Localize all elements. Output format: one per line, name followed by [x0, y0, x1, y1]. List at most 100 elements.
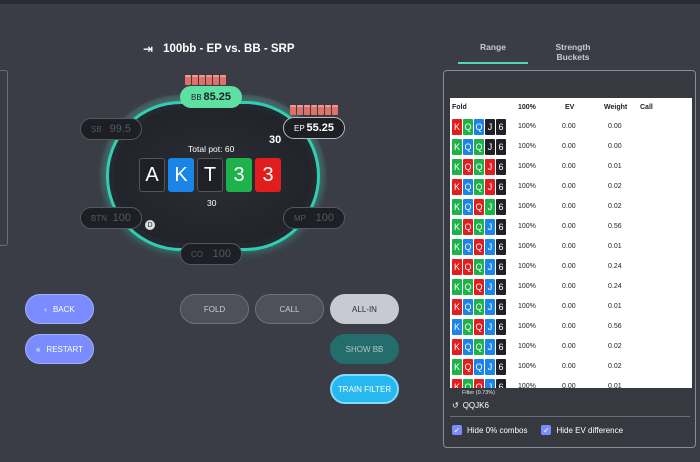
back-button[interactable]: ‹ BACK	[25, 294, 94, 324]
table-row[interactable]: K Q Q J 6 100% 0.00 0.02	[450, 338, 692, 356]
combo-card: 6	[496, 359, 506, 375]
cell-ev: 0.00	[562, 283, 576, 290]
combo-card: 6	[496, 379, 506, 388]
hide-ev-checkbox[interactable]: ✓ Hide EV difference	[541, 425, 623, 435]
combo-label: QQJK6	[462, 401, 489, 410]
cell-pct: 100%	[518, 203, 536, 210]
cell-ev: 0.00	[562, 383, 576, 388]
options-row: ✓ Hide 0% combos ✓ Hide EV difference	[452, 425, 623, 435]
tab-active-indicator	[458, 62, 528, 64]
cell-ev: 0.00	[562, 363, 576, 370]
expand-arrow-icon[interactable]: ⇥	[143, 42, 153, 56]
table-row[interactable]: K Q Q J 6 100% 0.00 0.56	[450, 318, 692, 336]
combo-cards: KQQJ6	[452, 299, 506, 315]
cell-ev: 0.00	[562, 323, 576, 330]
cell-pct: 100%	[518, 163, 536, 170]
table-row[interactable]: K Q Q J 6 100% 0.00 0.02	[450, 198, 692, 216]
seat-btn: BTN 100	[80, 207, 142, 229]
combo-card: Q	[463, 119, 473, 135]
seat-ep-stack: 55.25	[306, 122, 334, 134]
combo-cards: KQQJ6	[452, 319, 506, 335]
table-row[interactable]: K Q Q J 6 100% 0.00 0.02	[450, 178, 692, 196]
show-bb-button[interactable]: SHOW BB	[330, 334, 399, 364]
range-table[interactable]: Fold 100% EV Weight Call K Q Q J 6 100% 0.00 0.…	[450, 98, 692, 388]
seat-co: CO 100	[180, 243, 242, 265]
combo-card: J	[485, 239, 495, 255]
table-row[interactable]: K Q Q J 6 100% 0.00 0.24	[450, 278, 692, 296]
combo-card: Q	[463, 359, 473, 375]
hide-zero-checkbox[interactable]: ✓ Hide 0% combos	[452, 425, 527, 435]
table-row[interactable]: K Q Q J 6 100% 0.00 0.24	[450, 258, 692, 276]
seat-bb: BB 85.25	[180, 86, 242, 108]
fold-button[interactable]: FOLD	[180, 294, 249, 324]
cell-weight: 0.01	[608, 303, 622, 310]
combo-card: J	[485, 359, 495, 375]
combo-card: Q	[463, 379, 473, 388]
combo-card: K	[452, 379, 462, 388]
combo-card: J	[485, 119, 495, 135]
cell-ev: 0.00	[562, 223, 576, 230]
combo-card: J	[485, 139, 495, 155]
table-row[interactable]: K Q Q J 6 100% 0.00 0.56	[450, 218, 692, 236]
top-bar	[0, 0, 700, 4]
history-icon[interactable]: ↺	[452, 401, 459, 410]
table-row[interactable]: K Q Q J 6 100% 0.00 0.02	[450, 358, 692, 376]
combo-card: 6	[496, 259, 506, 275]
combo-card: K	[452, 259, 462, 275]
combo-card: K	[452, 279, 462, 295]
left-side-panel	[0, 70, 8, 246]
seat-co-stack: 100	[212, 248, 231, 260]
table-row[interactable]: K Q Q J 6 100% 0.00 0.00	[450, 138, 692, 156]
allin-button[interactable]: ALL-IN	[330, 294, 399, 324]
cell-ev: 0.00	[562, 263, 576, 270]
combo-card: 6	[496, 239, 506, 255]
selected-combo: ↺ QQJK6	[452, 401, 489, 410]
table-row[interactable]: K Q Q J 6 100% 0.00 0.01	[450, 298, 692, 316]
cell-ev: 0.00	[562, 303, 576, 310]
combo-card: Q	[463, 139, 473, 155]
restart-button[interactable]: « RESTART	[25, 334, 94, 364]
table-row[interactable]: K Q Q J 6 100% 0.00 0.01	[450, 158, 692, 176]
combo-card: Q	[474, 319, 484, 335]
cell-pct: 100%	[518, 283, 536, 290]
panel-divider	[450, 416, 690, 417]
combo-cards: KQQJ6	[452, 259, 506, 275]
cell-pct: 100%	[518, 343, 536, 350]
combo-card: J	[485, 299, 495, 315]
combo-cards: KQQJ6	[452, 179, 506, 195]
cell-pct: 100%	[518, 383, 536, 388]
table-row[interactable]: K Q Q J 6 100% 0.00 0.01	[450, 238, 692, 256]
cell-weight: 0.56	[608, 323, 622, 330]
call-button[interactable]: CALL	[255, 294, 324, 324]
cell-ev: 0.00	[562, 343, 576, 350]
cell-ev: 0.00	[562, 123, 576, 130]
board-card: A	[139, 158, 165, 192]
range-table-header: Fold 100% EV Weight Call	[450, 104, 692, 116]
combo-card: K	[452, 319, 462, 335]
combo-card: 6	[496, 159, 506, 175]
seat-ep-position: EP	[294, 123, 305, 133]
combo-card: Q	[463, 219, 473, 235]
combo-card: J	[485, 219, 495, 235]
cell-ev: 0.00	[562, 203, 576, 210]
hide-zero-label: Hide 0% combos	[467, 425, 528, 435]
combo-card: Q	[463, 299, 473, 315]
cell-weight: 0.00	[608, 123, 622, 130]
combo-card: K	[452, 239, 462, 255]
combo-card: Q	[474, 179, 484, 195]
filter-label: Filter (0.73%)	[462, 390, 496, 396]
combo-card: 6	[496, 179, 506, 195]
combo-card: Q	[474, 259, 484, 275]
cell-pct: 100%	[518, 143, 536, 150]
cell-pct: 100%	[518, 123, 536, 130]
combo-card: 6	[496, 199, 506, 215]
combo-card: 6	[496, 219, 506, 235]
table-row[interactable]: K Q Q J 6 100% 0.00 0.01	[450, 378, 692, 388]
train-filter-button[interactable]: TRAIN FILTER	[330, 374, 399, 404]
cell-pct: 100%	[518, 303, 536, 310]
combo-card: K	[452, 159, 462, 175]
cell-ev: 0.00	[562, 183, 576, 190]
header-fold: Fold	[452, 104, 467, 111]
combo-cards: KQQJ6	[452, 159, 506, 175]
table-row[interactable]: K Q Q J 6 100% 0.00 0.00	[450, 118, 692, 136]
